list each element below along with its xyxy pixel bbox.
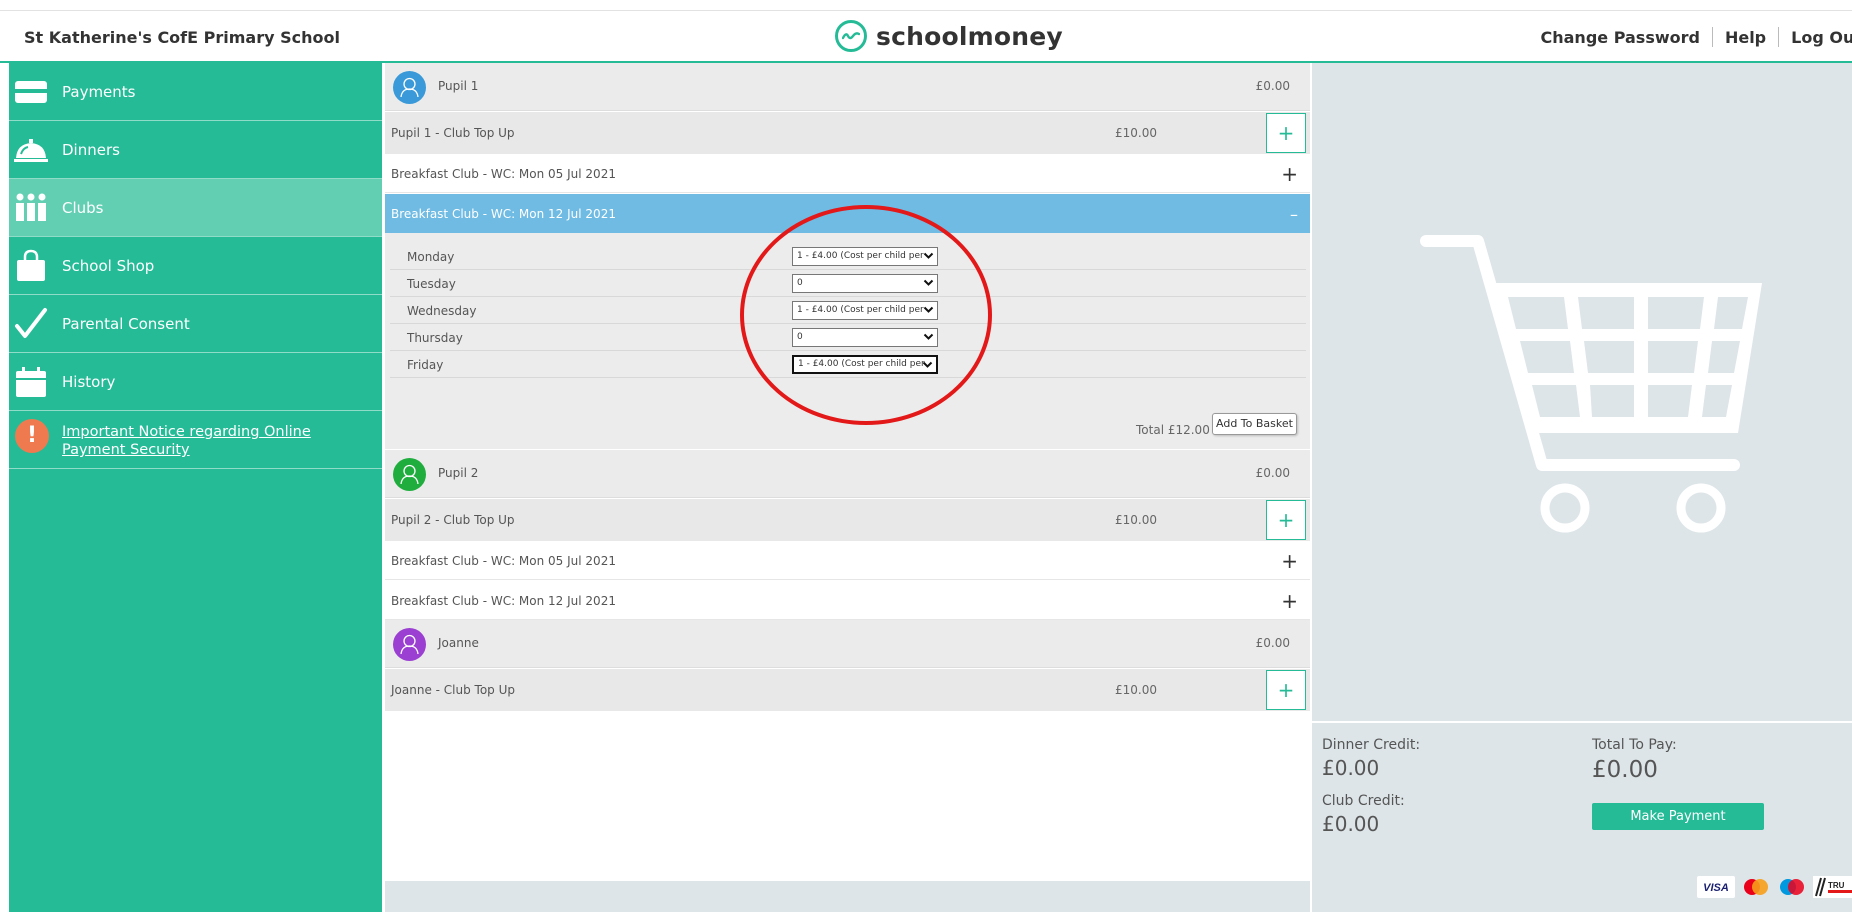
dinner-credit-value: £0.00 [1322,756,1380,780]
total-to-pay-label: Total To Pay: [1592,737,1677,753]
sidebar-item-payments[interactable]: Payments [9,63,382,121]
user-icon [400,634,419,654]
calendar-icon [16,367,46,397]
annotation-circle [740,205,992,425]
avatar [393,628,426,661]
svg-text:VISA: VISA [1703,882,1729,894]
school-name: St Katherine's CofE Primary School [24,28,340,47]
club-topup-row: Pupil 1 - Club Top Up £10.00 + [385,112,1310,154]
day-label: Tuesday [407,277,456,291]
logout-link[interactable]: Log Out [1791,28,1852,47]
main-footer-bar [385,881,1310,912]
day-label: Thursday [407,331,463,345]
logo-text: schoolmoney [876,21,1063,51]
expand-plus-icon[interactable]: + [1281,549,1298,573]
sidebar-item-label: Parental Consent [62,314,190,333]
club-credit-value: £0.00 [1322,812,1380,836]
make-payment-button[interactable]: Make Payment [1592,803,1764,830]
basket-panel: Dinner Credit: £0.00 Club Credit: £0.00 … [1312,63,1852,912]
pupil-header: Pupil 2 £0.00 [385,450,1310,498]
add-topup-button[interactable]: + [1266,500,1306,540]
pupil-header: Pupil 1 £0.00 [385,63,1310,111]
topup-label: Joanne - Club Top Up [391,683,516,697]
svg-text:TRU: TRU [1828,881,1845,890]
club-topup-row: Joanne - Club Top Up £10.00 + [385,669,1310,711]
topup-label: Pupil 1 - Club Top Up [391,126,515,140]
pupil-balance: £0.00 [1255,79,1290,93]
security-notice-link[interactable]: Important Notice regarding Online Paymen… [62,423,372,459]
total-to-pay-value: £0.00 [1592,757,1658,783]
pupil-name: Pupil 2 [438,466,479,480]
pupil-balance: £0.00 [1255,466,1290,480]
sidebar-item-label: School Shop [62,256,155,275]
user-icon [400,464,419,484]
club-session-label: Breakfast Club - WC: Mon 12 Jul 2021 [391,207,616,221]
account-links: Change Password Help Log Out [1541,27,1852,47]
topup-label: Pupil 2 - Club Top Up [391,513,515,527]
add-topup-button[interactable]: + [1266,670,1306,710]
logo-icon [835,20,867,52]
topup-amount: £10.00 [1115,683,1157,697]
club-total: Total £12.00 [1136,423,1210,437]
schoolmoney-logo[interactable]: schoolmoney [835,18,1063,54]
expand-plus-icon[interactable]: + [1281,162,1298,186]
pupil-balance: £0.00 [1255,636,1290,650]
pupil-header: Joanne £0.00 [385,620,1310,668]
pupil-name: Joanne [438,636,479,650]
top-header: St Katherine's CofE Primary School schoo… [0,10,1852,63]
sidebar: Payments Dinners Clubs School Shop Paren… [9,63,382,912]
sidebar-item-label: Clubs [62,198,104,217]
sidebar-item-security-notice[interactable]: ! Important Notice regarding Online Paym… [9,411,382,469]
divider [1711,27,1713,47]
club-session-label: Breakfast Club - WC: Mon 12 Jul 2021 [391,594,616,608]
avatar [393,458,426,491]
payment-card-logos: VISA TRU [1697,876,1852,898]
sidebar-item-label: Payments [62,82,136,101]
avatar [393,71,426,104]
divider [1778,27,1780,47]
add-to-basket-button[interactable]: Add To Basket [1212,413,1297,435]
shopping-cart-icon [1420,235,1762,533]
maestro-icon [1780,879,1804,895]
cloche-icon [14,139,48,162]
card-icon [15,81,47,103]
shopping-bag-icon [17,249,45,281]
day-label: Wednesday [407,304,477,318]
sidebar-item-label: Dinners [62,140,120,159]
collapse-minus-icon[interactable]: – [1290,205,1298,224]
add-topup-button[interactable]: + [1266,113,1306,153]
basket-empty-area [1312,63,1852,723]
club-session-row[interactable]: Breakfast Club - WC: Mon 05 Jul 2021 + [385,154,1310,193]
club-session-row[interactable]: Breakfast Club - WC: Mon 12 Jul 2021 + [385,581,1310,620]
checkmark-icon [15,308,47,338]
sidebar-item-clubs[interactable]: Clubs [9,179,382,237]
club-session-row[interactable]: Breakfast Club - WC: Mon 05 Jul 2021 + [385,541,1310,580]
user-icon [400,77,419,97]
sidebar-item-history[interactable]: History [9,353,382,411]
help-link[interactable]: Help [1725,28,1766,47]
day-label: Friday [407,358,444,372]
clubs-list: Pupil 1 £0.00 Pupil 1 - Club Top Up £10.… [385,63,1310,912]
sidebar-item-label: History [62,372,116,391]
topup-amount: £10.00 [1115,513,1157,527]
change-password-link[interactable]: Change Password [1541,28,1700,47]
club-topup-row: Pupil 2 - Club Top Up £10.00 + [385,499,1310,541]
pupil-name: Pupil 1 [438,79,479,93]
sidebar-item-dinners[interactable]: Dinners [9,121,382,179]
sidebar-item-school-shop[interactable]: School Shop [9,237,382,295]
dinner-credit-label: Dinner Credit: [1322,737,1421,753]
people-icon [16,193,46,221]
topup-amount: £10.00 [1115,126,1157,140]
club-session-label: Breakfast Club - WC: Mon 05 Jul 2021 [391,167,616,181]
mastercard-icon [1744,879,1768,895]
expand-plus-icon[interactable]: + [1281,589,1298,613]
club-credit-label: Club Credit: [1322,793,1405,809]
day-label: Monday [407,250,455,264]
visa-icon: VISA [1697,876,1735,898]
club-session-label: Breakfast Club - WC: Mon 05 Jul 2021 [391,554,616,568]
sidebar-item-parental-consent[interactable]: Parental Consent [9,295,382,353]
trustpayments-icon: TRU [1813,876,1852,898]
exclamation-icon: ! [15,419,49,453]
